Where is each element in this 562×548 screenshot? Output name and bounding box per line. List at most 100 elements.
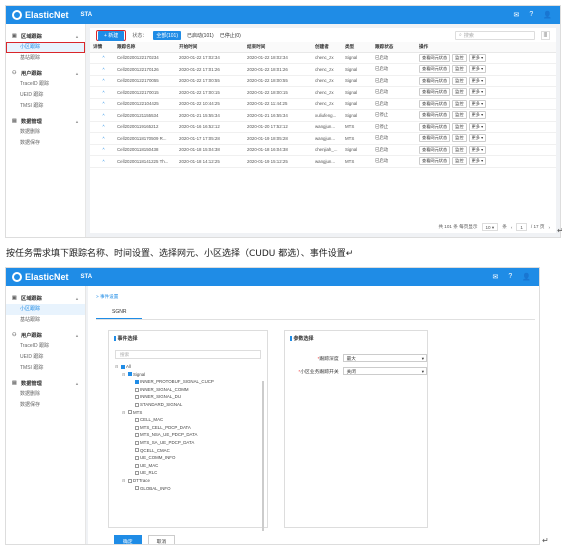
expand-icon[interactable]: ^ [90,121,114,133]
view-status-button[interactable]: 查看网元状态 [419,76,451,85]
checkbox[interactable] [134,455,139,460]
monitor-button[interactable]: 监控 [452,76,467,85]
tree-node[interactable]: UE_MAC [115,462,267,470]
sidebar-item[interactable]: TraceID 跟踪 [6,341,85,352]
checkbox[interactable] [127,478,132,483]
more-button[interactable]: 更多 ▾ [468,53,487,62]
view-status-button[interactable]: 查看网元状态 [419,157,451,166]
help-icon[interactable]: ? [508,273,512,281]
cancel-button[interactable]: 取消 [147,535,176,544]
prev-page-icon[interactable]: ‹ [511,225,513,230]
more-button[interactable]: 更多 ▾ [468,76,487,85]
tree-node[interactable]: INNER_PROTOBUF_SIGNAL_CUCP [115,378,267,386]
sidebar-item[interactable]: TraceID 跟踪 [6,79,85,90]
checkbox[interactable] [134,379,139,384]
help-icon[interactable]: ? [529,11,533,19]
expand-icon[interactable]: ^ [90,75,114,87]
expand-toggle-icon[interactable]: ⊟ [122,371,126,379]
cell-trace-switch-select[interactable]: 关闭 ▾ [342,367,427,375]
view-status-button[interactable]: 查看网元状态 [419,134,451,143]
expand-toggle-icon[interactable]: ⊟ [122,477,126,485]
monitor-button[interactable]: 监控 [452,99,467,108]
trace-depth-select[interactable]: 最大 ▾ [342,354,427,362]
expand-icon[interactable]: ^ [90,86,114,99]
checkbox[interactable] [134,402,139,407]
sidebar-item[interactable]: TMSI 跟踪 [6,363,85,374]
tree-node[interactable]: INNER_SIGNAL_DU [115,393,267,401]
tree-node[interactable]: ⊟ DTTrace [115,477,267,485]
expand-icon[interactable]: ^ [90,155,114,168]
more-button[interactable]: 更多 ▾ [468,99,487,108]
checkbox[interactable] [120,364,125,369]
expand-icon[interactable]: ^ [90,98,114,110]
sidebar-item[interactable]: UEID 跟踪 [6,352,85,363]
table-row[interactable]: ^ Cell20200118170509 R... 2020-01-17 17:05… [90,132,556,145]
more-button[interactable]: 更多 ▾ [468,111,487,120]
monitor-button[interactable]: 监控 [452,134,467,143]
sidebar-item[interactable]: 小区跟踪 [6,304,85,315]
checkbox[interactable] [134,387,139,392]
table-row[interactable]: ^ Cell20200118150438 2020-01-18 15:04:38 20… [90,144,556,156]
tree-node[interactable]: STANDARD_SIGNAL [115,401,267,409]
expand-toggle-icon[interactable]: ⊟ [115,363,119,371]
checkbox[interactable] [134,486,139,491]
sidebar-item[interactable]: 数据删除 [6,127,85,138]
sidebar-group[interactable]: ▤ 数据管理 ▲ [6,115,85,127]
sidebar-item[interactable]: 基站跟踪 [6,315,85,326]
tree-node[interactable]: MTS_CELL_PDCP_DATA [115,424,267,432]
page-input[interactable]: 1 [516,223,527,231]
table-row[interactable]: ^ Cell20200122170234 2020-01-22 17:02:34 20… [90,52,556,64]
sidebar-item[interactable]: 基站跟踪 [6,53,85,64]
monitor-button[interactable]: 监控 [452,111,467,120]
tree-node[interactable]: ⊟ All [115,363,267,371]
table-row[interactable]: ^ Cell20200118141225 Th... 2020-01-18 14:1… [90,155,556,168]
view-status-button[interactable]: 查看网元状态 [419,88,451,97]
mail-icon[interactable]: ✉ [514,11,520,19]
more-button[interactable]: 更多 ▾ [468,65,487,74]
expand-icon[interactable]: ^ [90,63,114,76]
checkbox[interactable] [134,463,139,468]
tree-node[interactable]: UE_COMM_INFO [115,454,267,462]
sidebar-item[interactable]: 小区跟踪 [6,42,85,53]
tree-node[interactable]: MTS_SA_UE_PDCP_DATA [115,439,267,447]
monitor-button[interactable]: 监控 [452,88,467,97]
search-input[interactable]: ⌕ 搜索 [455,30,535,40]
sidebar-group[interactable]: ▤ 数据管理 ▲ [6,377,85,389]
view-status-button[interactable]: 查看网元状态 [419,99,451,108]
more-button[interactable]: 更多 ▾ [468,157,487,166]
status-tag-started[interactable]: 已启动(101) [187,32,214,39]
tree-node[interactable]: QCELL_CMAC [115,447,267,455]
view-status-button[interactable]: 查看网元状态 [419,111,451,120]
more-button[interactable]: 更多 ▾ [468,134,487,143]
sidebar-group[interactable]: ⚇ 用户跟踪 ▲ [6,67,85,79]
table-row[interactable]: ^ Cell20200122170015 2020-01-22 17:00:15 20… [90,86,556,99]
view-status-button[interactable]: 查看网元状态 [419,122,451,131]
monitor-button[interactable]: 监控 [452,65,467,74]
checkbox[interactable] [134,417,139,422]
monitor-button[interactable]: 监控 [452,157,467,166]
more-button[interactable]: 更多 ▾ [468,122,487,131]
expand-toggle-icon[interactable]: ⊟ [122,409,126,417]
table-row[interactable]: ^ Cell20200122104425 2020-01-22 10:44:25 20… [90,98,556,110]
tree-node[interactable]: UE_RLC [115,469,267,477]
mail-icon[interactable]: ✉ [493,273,499,281]
view-status-button[interactable]: 查看网元状态 [419,145,451,154]
user-icon[interactable]: 👤 [543,11,552,19]
expand-icon[interactable]: ^ [90,109,114,122]
tree-node[interactable]: GLOBAL_INFO [115,485,267,493]
expand-icon[interactable]: ^ [90,52,114,64]
sidebar-item[interactable]: 数据删除 [6,389,85,400]
user-icon[interactable]: 👤 [522,273,531,281]
new-button[interactable]: + 新建 [98,30,125,41]
event-search-input[interactable]: 搜索 [115,350,261,359]
expand-icon[interactable]: ^ [90,144,114,156]
column-settings-icon[interactable]: ||| [541,30,550,40]
table-row[interactable]: ^ Cell20200121155534 2020-01-21 15:55:34 20… [90,109,556,122]
sidebar-group[interactable]: ▣ 区域跟踪 ▲ [6,292,85,304]
view-status-button[interactable]: 查看网元状态 [419,53,451,62]
tree-scrollbar[interactable] [262,381,264,531]
ok-button[interactable]: 确定 [114,535,142,544]
more-button[interactable]: 更多 ▾ [468,145,487,154]
monitor-button[interactable]: 监控 [452,145,467,154]
status-tag-stopped[interactable]: 已停止(0) [220,32,241,39]
